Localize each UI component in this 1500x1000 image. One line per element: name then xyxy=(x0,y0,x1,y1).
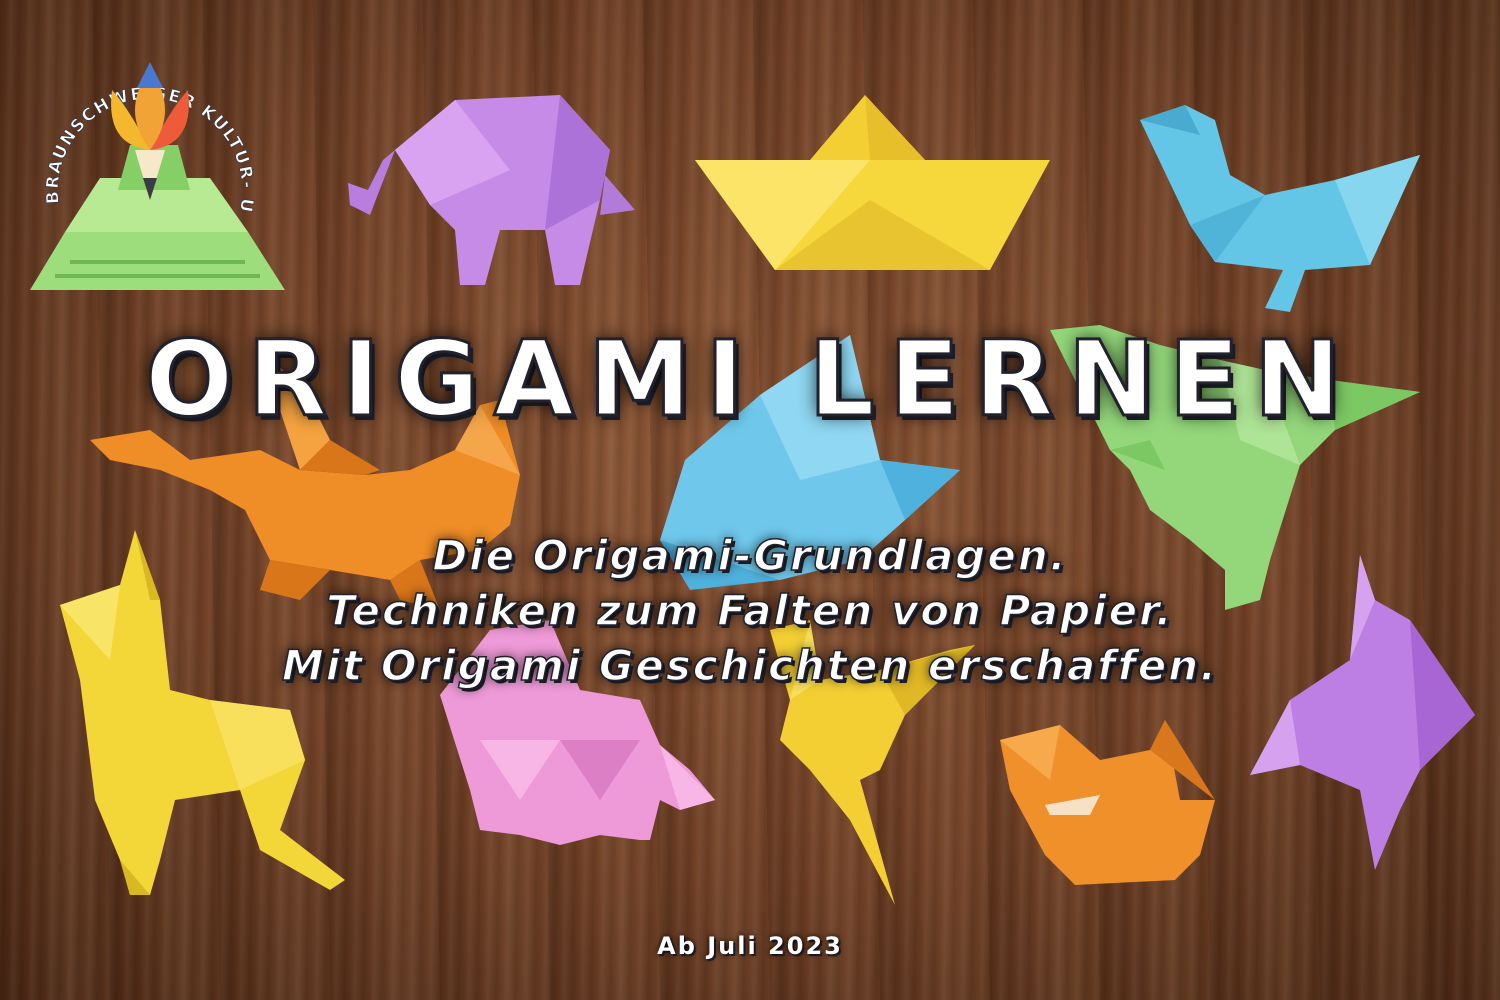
page-title: ORIGAMI LERNEN xyxy=(144,317,1355,442)
logo: BRAUNSCHWEIGER KULTUR- UND BILDUNGSHAUS … xyxy=(0,0,285,290)
paper-boat xyxy=(695,95,1050,270)
subtitle-line-2: Techniken zum Falten von Papier. xyxy=(325,585,1174,636)
goose xyxy=(1140,105,1420,312)
subtitle-line-3: Mit Origami Geschichten erschaffen. xyxy=(281,640,1219,691)
poster: BRAUNSCHWEIGER KULTUR- UND BILDUNGSHAUS … xyxy=(0,0,1500,1000)
subtitle-line-1: Die Origami-Grundlagen. xyxy=(432,530,1068,581)
start-date: Ab Juli 2023 xyxy=(657,932,843,960)
cat xyxy=(1000,720,1215,885)
elephant xyxy=(348,95,635,285)
origami-artwork: BRAUNSCHWEIGER KULTUR- UND BILDUNGSHAUS … xyxy=(0,0,1475,905)
subtitle: Die Origami-Grundlagen. Techniken zum Fa… xyxy=(0,528,1500,693)
